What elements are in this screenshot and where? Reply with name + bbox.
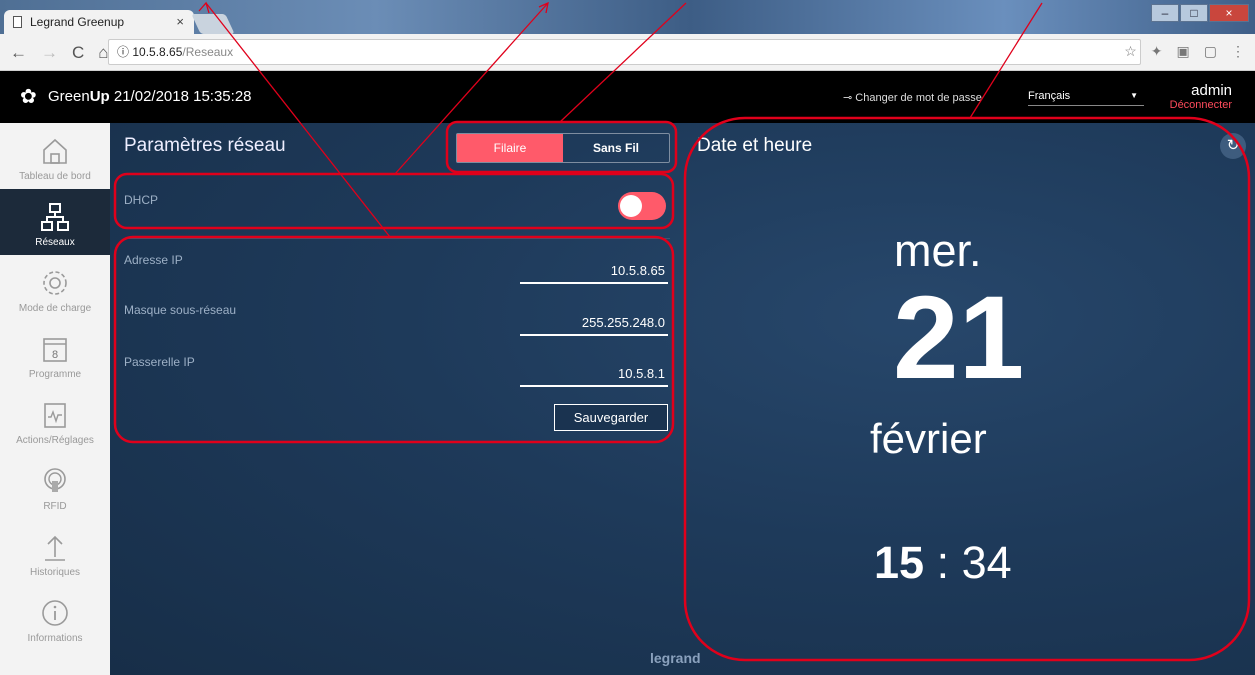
page-icon: [13, 16, 22, 28]
sidebar-item-label: Informations: [27, 633, 83, 644]
user-name: admin: [1191, 82, 1232, 99]
calendar-badge: 8: [52, 349, 58, 361]
sidebar-item-actions[interactable]: Actions/Réglages: [0, 387, 110, 453]
refresh-icon[interactable]: ↻: [1220, 133, 1246, 159]
mask-field[interactable]: 255.255.248.0: [520, 310, 668, 336]
sidebar-item-label: Historiques: [29, 567, 81, 578]
tab-title: Legrand Greenup: [30, 15, 125, 29]
sidebar-item-label: Réseaux: [35, 237, 75, 248]
brand: GreenUp 21/02/2018 15:35:28: [48, 88, 252, 105]
sidebar-item-label: Actions/Réglages: [16, 435, 94, 446]
app-header: ✿ GreenUp 21/02/2018 15:35:28 ⊸ Changer …: [0, 71, 1255, 123]
info-icon: [42, 600, 68, 626]
ip-field[interactable]: 10.5.8.65: [520, 258, 668, 284]
main-panel: Paramètres réseau Filaire Sans Fil DHCP …: [110, 123, 1255, 675]
reload-icon[interactable]: C: [72, 43, 84, 63]
browser-tab-bar: Legrand Greenup × – □ ×: [0, 0, 1255, 34]
dhcp-toggle[interactable]: [618, 192, 666, 220]
change-password-label: Changer de mot de passe: [855, 92, 982, 104]
sidebar-item-history[interactable]: Historiques: [0, 519, 110, 585]
language-select[interactable]: Français ▼: [1028, 90, 1144, 106]
tab-wired[interactable]: Filaire: [457, 134, 563, 162]
day-number: 21: [893, 272, 1025, 404]
save-button[interactable]: Sauvegarder: [554, 404, 668, 431]
brand-bold: Up: [89, 88, 110, 105]
datetime-title: Date et heure: [697, 135, 813, 156]
back-icon[interactable]: ←: [10, 43, 27, 63]
forward-icon[interactable]: →: [41, 43, 58, 63]
monitor-icon: [44, 403, 66, 428]
dhcp-label: DHCP: [124, 193, 159, 207]
divider: [124, 238, 670, 239]
sidebar-item-label: Tableau de bord: [19, 171, 91, 182]
extension2-icon[interactable]: ▣: [1177, 43, 1190, 60]
change-password-link[interactable]: ⊸ Changer de mot de passe: [843, 91, 982, 104]
home-icon: [43, 138, 67, 164]
window-controls: – □ ×: [1151, 4, 1249, 22]
day-name: mer.: [894, 225, 982, 276]
network-icon: [41, 203, 69, 231]
sidebar-item-information[interactable]: Informations: [0, 585, 110, 651]
browser-tab[interactable]: Legrand Greenup ×: [4, 10, 194, 34]
sidebar-item-rfid[interactable]: RFID: [0, 453, 110, 519]
user-box: admin Déconnecter: [1170, 82, 1232, 111]
gateway-field[interactable]: 10.5.8.1: [520, 361, 668, 387]
url-host: 10.5.8.65: [132, 45, 183, 59]
url-input[interactable]: ⓘ 10.5.8.65/Reseaux: [108, 39, 1141, 65]
sidebar-item-program[interactable]: 8 Programme: [0, 321, 110, 387]
sidebar-item-label: Mode de charge: [18, 303, 92, 314]
clock-minute: 34: [961, 537, 1012, 588]
info-icon[interactable]: ⓘ: [117, 45, 129, 59]
brand-prefix: Green: [48, 88, 90, 105]
extension3-icon[interactable]: ▢: [1204, 43, 1217, 60]
calendar-icon: 8: [43, 338, 67, 362]
key-icon: ⊸: [843, 92, 853, 104]
upload-icon: [45, 535, 65, 561]
logout-link[interactable]: Déconnecter: [1170, 99, 1232, 111]
legrand-logo: legrand: [650, 650, 701, 666]
mask-label: Masque sous-réseau: [124, 303, 237, 317]
tab-wireless[interactable]: Sans Fil: [563, 134, 669, 162]
new-tab-button[interactable]: [191, 14, 235, 34]
sidebar-item-label: RFID: [43, 501, 67, 512]
bookmark-star-icon[interactable]: ☆: [1124, 43, 1137, 60]
gateway-label: Passerelle IP: [124, 355, 195, 369]
connection-type-toggle: Filaire Sans Fil: [456, 133, 670, 163]
gear-icon: [43, 271, 67, 295]
network-title: Paramètres réseau: [124, 135, 286, 156]
sidebar-item-network[interactable]: Réseaux: [0, 189, 110, 255]
language-value: Français: [1028, 90, 1071, 102]
clock: 15 : 34: [874, 537, 1012, 589]
url-path: /Reseaux: [182, 45, 234, 59]
toggle-knob: [620, 195, 642, 217]
sidebar-item-label: Programme: [28, 369, 82, 380]
maximize-icon[interactable]: □: [1180, 4, 1208, 22]
extension-icon[interactable]: ✦: [1151, 43, 1163, 60]
rfid-icon: [44, 468, 66, 492]
minimize-icon[interactable]: –: [1151, 4, 1179, 22]
chevron-down-icon: ▼: [1130, 91, 1138, 100]
clock-hour: 15: [874, 537, 925, 588]
header-datetime: 21/02/2018 15:35:28: [113, 88, 252, 105]
close-window-icon[interactable]: ×: [1209, 4, 1249, 22]
sidebar-item-dashboard[interactable]: Tableau de bord: [0, 123, 110, 189]
settings-gear-icon[interactable]: ✿: [20, 87, 37, 107]
sidebar: Tableau de bord Réseaux Mode de charge 8…: [0, 123, 110, 675]
menu-icon[interactable]: ⋮: [1231, 43, 1245, 60]
sidebar-item-charge-mode[interactable]: Mode de charge: [0, 255, 110, 321]
clock-separator: :: [936, 537, 950, 588]
month-name: février: [870, 415, 987, 462]
address-bar: ← → C ⌂ ⓘ 10.5.8.65/Reseaux ☆ ✦ ▣ ▢ ⋮: [0, 34, 1255, 71]
ip-label: Adresse IP: [124, 253, 183, 267]
tab-close-icon[interactable]: ×: [176, 10, 184, 34]
